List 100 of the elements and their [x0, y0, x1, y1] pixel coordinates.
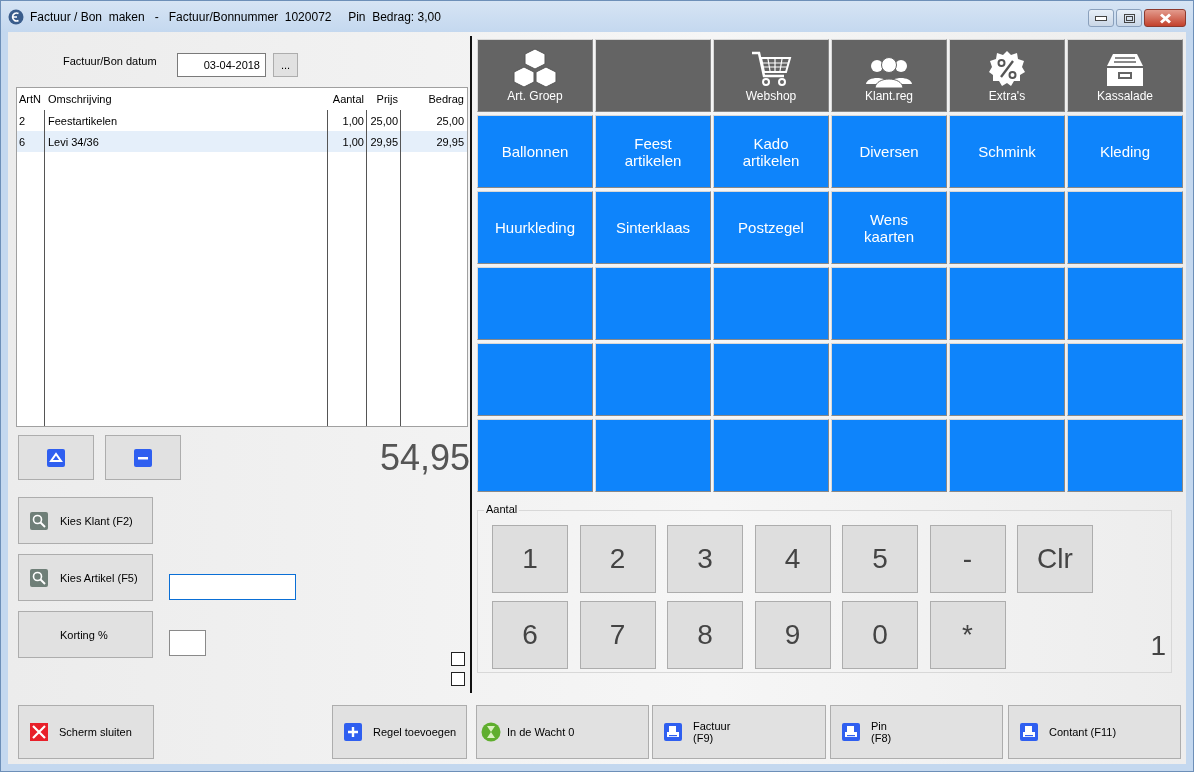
- group-tile[interactable]: [1067, 343, 1183, 416]
- group-tile[interactable]: Feest artikelen: [595, 115, 711, 188]
- function-tile[interactable]: Art. Groep: [477, 39, 593, 112]
- checkbox[interactable]: [451, 652, 465, 666]
- group-tile[interactable]: Postzegel: [713, 191, 829, 264]
- date-picker-button[interactable]: ...: [273, 53, 298, 77]
- move-up-button[interactable]: [18, 435, 94, 480]
- group-tile[interactable]: [477, 267, 593, 340]
- group-tile[interactable]: [477, 419, 593, 492]
- close-button[interactable]: [1144, 9, 1186, 27]
- group-tile[interactable]: [949, 191, 1065, 264]
- shopping-cart-icon: [750, 50, 792, 88]
- keypad-key[interactable]: 7: [579, 601, 656, 669]
- keypad-key[interactable]: *: [929, 601, 1006, 669]
- group-tile[interactable]: [713, 419, 829, 492]
- action-button[interactable]: Contant (F11): [1008, 705, 1181, 759]
- printer-icon: [664, 723, 682, 741]
- table-row[interactable]: 6 Levi 34/36 1,00 29,95 29,95: [17, 131, 467, 152]
- printer-icon: [842, 723, 860, 741]
- minimize-button[interactable]: [1088, 9, 1114, 27]
- remove-line-button[interactable]: [105, 435, 181, 480]
- drawer-icon: [1105, 52, 1145, 88]
- group-tile[interactable]: [831, 267, 947, 340]
- action-button[interactable]: Factuur (F9): [652, 705, 826, 759]
- table-cell: Levi 34/36: [44, 131, 327, 152]
- group-tile[interactable]: Ballonnen: [477, 115, 593, 188]
- article-input-field[interactable]: [169, 574, 296, 600]
- function-tile[interactable]: [595, 39, 711, 112]
- keypad-key[interactable]: 8: [667, 601, 743, 669]
- function-tile[interactable]: Webshop: [713, 39, 829, 112]
- printer-icon: [1020, 723, 1038, 741]
- app-icon: [8, 8, 24, 25]
- group-tile[interactable]: Kleding: [1067, 115, 1183, 188]
- group-tile[interactable]: [1067, 419, 1183, 492]
- group-tile[interactable]: [713, 343, 829, 416]
- column-header[interactable]: Prijs: [366, 88, 400, 110]
- window-title: Factuur / Bon maken - Factuur/Bonnummer 1020072 Pin Bedrag: 3,00: [30, 9, 441, 24]
- group-tile[interactable]: [1067, 191, 1183, 264]
- action-button[interactable]: Scherm sluiten: [18, 705, 154, 759]
- group-tile[interactable]: Schmink: [949, 115, 1065, 188]
- column-header[interactable]: ArtN: [17, 88, 44, 110]
- checkbox[interactable]: [451, 672, 465, 686]
- side-button[interactable]: Kies Klant (F2): [18, 497, 153, 544]
- group-tile[interactable]: [949, 419, 1065, 492]
- search-icon: [30, 511, 48, 530]
- function-tile[interactable]: Klant.reg: [831, 39, 947, 112]
- percent-badge-icon: [988, 50, 1026, 88]
- group-tile[interactable]: Huurkleding: [477, 191, 593, 264]
- keypad-key[interactable]: -: [929, 525, 1006, 593]
- quantity-legend: Aantal: [484, 503, 520, 515]
- table-cell: 29,95: [366, 131, 400, 152]
- column-header[interactable]: Omschrijving: [44, 88, 327, 110]
- group-tile[interactable]: [831, 343, 947, 416]
- keypad-key[interactable]: 6: [492, 601, 568, 669]
- group-tile[interactable]: [1067, 267, 1183, 340]
- close-icon: [30, 723, 48, 741]
- side-button[interactable]: Kies Artikel (F5): [18, 554, 153, 601]
- function-tile[interactable]: Kassalade: [1067, 39, 1183, 112]
- table-cell: 29,95: [400, 131, 467, 152]
- hourglass-icon: [481, 722, 501, 742]
- discount-input-field[interactable]: [169, 630, 206, 656]
- keypad-key[interactable]: 9: [754, 601, 831, 669]
- search-icon: [30, 568, 48, 587]
- action-button[interactable]: Regel toevoegen: [332, 705, 467, 759]
- group-tile[interactable]: [595, 267, 711, 340]
- group-tile[interactable]: [831, 419, 947, 492]
- table-cell: 1,00: [327, 131, 366, 152]
- keypad-key[interactable]: 0: [842, 601, 918, 669]
- group-tile[interactable]: Wens kaarten: [831, 191, 947, 264]
- group-tile[interactable]: [949, 343, 1065, 416]
- group-tile[interactable]: Kado artikelen: [713, 115, 829, 188]
- keypad-key[interactable]: Clr: [1017, 525, 1093, 593]
- date-field[interactable]: 03-04-2018: [177, 53, 266, 77]
- action-button[interactable]: Pin (F8): [830, 705, 1003, 759]
- keypad-key[interactable]: 3: [667, 525, 743, 593]
- table-cell-text: 2: [18, 113, 27, 129]
- keypad-key[interactable]: 1: [492, 525, 568, 593]
- function-tile[interactable]: Extra's: [949, 39, 1065, 112]
- group-tile[interactable]: Sinterklaas: [595, 191, 711, 264]
- group-tile[interactable]: [713, 267, 829, 340]
- column-header[interactable]: Aantal: [327, 88, 366, 110]
- keypad-key[interactable]: 2: [579, 525, 656, 593]
- keypad-key[interactable]: 4: [754, 525, 831, 593]
- group-tile[interactable]: [477, 343, 593, 416]
- minus-icon: [134, 448, 152, 467]
- total-amount: 54,95: [379, 437, 470, 479]
- group-tile[interactable]: [595, 419, 711, 492]
- group-tile[interactable]: [949, 267, 1065, 340]
- maximize-button[interactable]: [1116, 9, 1142, 27]
- side-button[interactable]: Korting %: [18, 611, 153, 658]
- restore-icon: [1123, 13, 1135, 23]
- column-header[interactable]: Bedrag: [400, 88, 467, 110]
- group-tile[interactable]: Diversen: [831, 115, 947, 188]
- cubes-icon: [510, 48, 560, 88]
- minimize-icon: [1095, 15, 1107, 21]
- plus-icon: [344, 723, 362, 741]
- group-tile[interactable]: [595, 343, 711, 416]
- date-label: Factuur/Bon datum: [63, 55, 158, 67]
- keypad-key[interactable]: 5: [842, 525, 918, 593]
- action-button[interactable]: In de Wacht 0: [476, 705, 649, 759]
